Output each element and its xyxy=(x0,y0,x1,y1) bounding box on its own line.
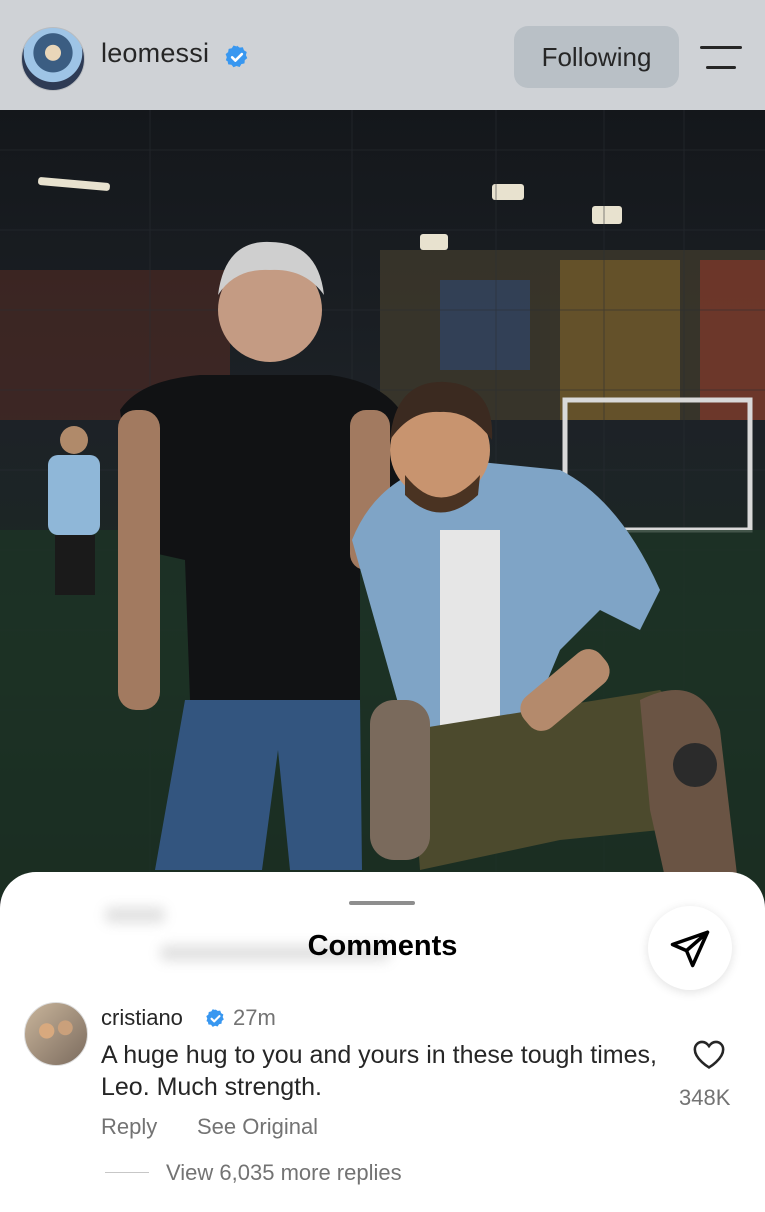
share-icon xyxy=(670,930,710,968)
commenter-username[interactable]: cristiano xyxy=(101,1005,183,1031)
verified-badge-icon xyxy=(225,45,248,68)
replies-divider xyxy=(105,1172,149,1173)
post-image xyxy=(0,110,765,900)
comment-timestamp: 27m xyxy=(233,1005,276,1030)
profile-header: leomessi Following xyxy=(0,0,765,110)
profile-username[interactable]: leomessi xyxy=(101,38,209,69)
comment-like-count: 348K xyxy=(679,1085,731,1110)
comments-sheet: Comments cristiano 27m A huge hug to you… xyxy=(0,872,765,1212)
verified-badge-icon xyxy=(206,1009,224,1027)
heart-icon[interactable] xyxy=(692,1038,726,1070)
following-button[interactable]: Following xyxy=(514,26,679,88)
see-original-button[interactable]: See Original xyxy=(197,1114,318,1140)
comment-text: A huge hug to you and yours in these tou… xyxy=(101,1041,657,1101)
sheet-grabber[interactable] xyxy=(349,901,415,905)
profile-avatar[interactable] xyxy=(21,27,85,91)
share-button[interactable] xyxy=(648,906,732,990)
reply-button[interactable]: Reply xyxy=(101,1114,157,1140)
view-replies-button[interactable]: View 6,035 more replies xyxy=(166,1160,402,1186)
commenter-avatar[interactable] xyxy=(24,1002,88,1066)
menu-icon[interactable] xyxy=(700,44,744,72)
post-photo[interactable] xyxy=(0,110,765,900)
